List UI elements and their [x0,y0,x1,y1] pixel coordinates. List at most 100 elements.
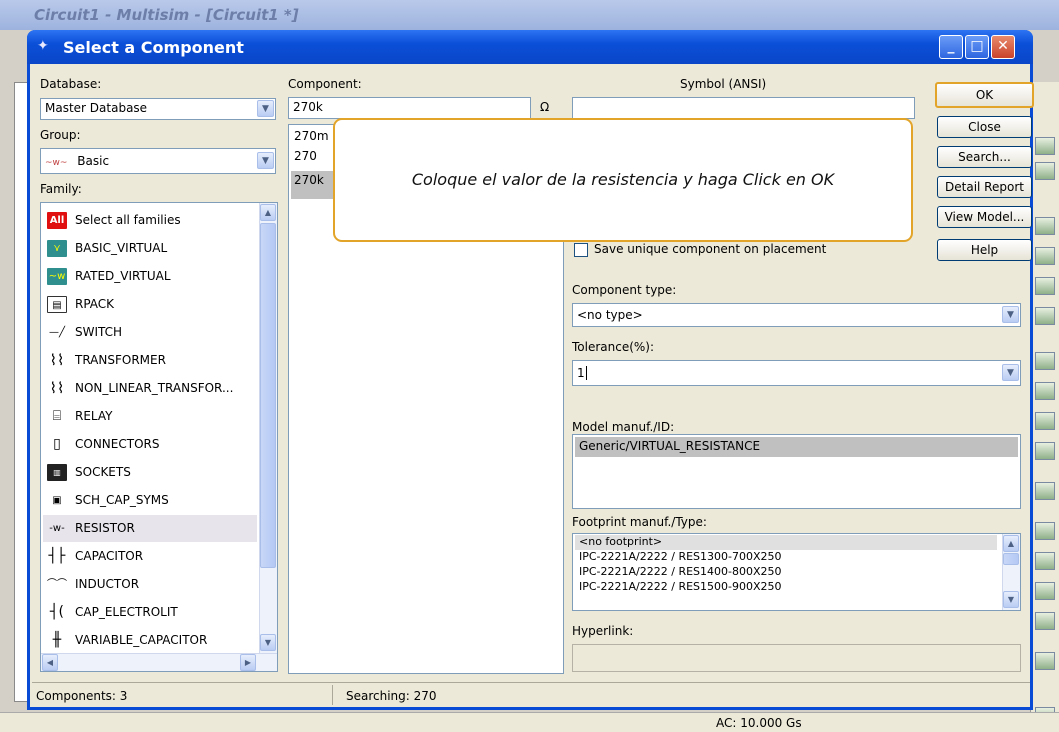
scroll-up-icon[interactable]: ▲ [260,204,276,221]
tolerance-value: 1 [577,366,585,380]
toolbar-icon[interactable] [1035,137,1055,155]
all-icon: All [47,212,67,229]
inductor-icon: ⌒⌒ [47,579,67,590]
close-button[interactable]: Close [937,116,1032,138]
family-item[interactable]: ⌇⌇ TRANSFORMER [43,347,257,374]
family-item[interactable]: ⌇⌇ NON_LINEAR_TRANSFOR... [43,375,257,402]
rated-virtual-icon: ~w [47,268,67,285]
footprint-item[interactable]: IPC-2221A/2222 / RES1300-700X250 [575,550,782,563]
scroll-right-icon[interactable]: ▶ [240,654,256,671]
family-item-resistor[interactable]: -w- RESISTOR [43,515,257,542]
family-label: Family: [40,182,82,196]
toolbar-icon[interactable] [1035,217,1055,235]
family-item[interactable]: ╫ VARIABLE_CAPACITOR [43,627,257,654]
detail-report-button[interactable]: Detail Report [937,176,1032,198]
toolbar-icon[interactable] [1035,277,1055,295]
cap-electrolit-icon: ┤( [50,604,64,620]
capacitor-icon: ┤├ [48,548,66,564]
view-model-button[interactable]: View Model... [937,206,1032,228]
toolbar-icon[interactable] [1035,412,1055,430]
footprint-item-selected[interactable]: <no footprint> [575,535,997,550]
tolerance-select[interactable]: 1 ▼ [572,360,1021,386]
footprint-item[interactable]: IPC-2221A/2222 / RES1500-900X250 [575,580,782,593]
nonlinear-transformer-icon: ⌇⌇ [49,379,65,397]
hyperlink-field[interactable] [572,644,1021,672]
family-item[interactable]: —╱ SWITCH [43,319,257,346]
connectors-icon: ▯ [53,436,61,452]
status-separator [332,685,333,705]
footprint-vscrollbar[interactable]: ▲ ▼ [1002,534,1020,610]
basic-group-icon: ~w~ [45,158,68,168]
footprint-item[interactable]: IPC-2221A/2222 / RES1400-800X250 [575,565,782,578]
symbol-preview [572,97,915,119]
toolbar-icon[interactable] [1035,352,1055,370]
scroll-down-icon[interactable]: ▼ [1003,591,1019,608]
toolbar-icon[interactable] [1035,522,1055,540]
minimize-button[interactable]: _ [939,35,963,59]
scroll-left-icon[interactable]: ◀ [42,654,58,671]
model-item-selected[interactable]: Generic/VIRTUAL_RESISTANCE [575,437,1018,457]
family-item[interactable]: All Select all families [43,207,257,234]
component-type-select[interactable]: <no type> ▼ [572,303,1021,327]
ok-button[interactable]: OK [935,82,1034,108]
component-type-value: <no type> [577,308,643,322]
model-list[interactable]: Generic/VIRTUAL_RESISTANCE [572,434,1021,509]
family-item[interactable]: ▤ RPACK [43,291,257,318]
chevron-down-icon[interactable]: ▼ [1002,306,1019,323]
component-item[interactable]: 270m [291,127,333,147]
toolbar-icon[interactable] [1035,442,1055,460]
ohm-unit: Ω [540,100,550,114]
dialog-titlebar[interactable]: ✦ Select a Component _ □ ✕ [27,30,1033,64]
family-item[interactable]: ⌒⌒ INDUCTOR [43,571,257,598]
hyperlink-label: Hyperlink: [572,624,634,638]
tolerance-label: Tolerance(%): [572,340,655,354]
maximize-button[interactable]: □ [965,35,989,59]
component-item[interactable]: 270 [291,147,333,167]
select-component-dialog: ✦ Select a Component _ □ ✕ Database: Mas… [27,30,1034,710]
app-title: Circuit1 - Multisim - [Circuit1 *] [0,0,1059,30]
database-select[interactable]: Master Database ▼ [40,98,276,120]
family-list[interactable]: All Select all families ⋎ BASIC_VIRTUAL ~w… [40,202,278,672]
family-item[interactable]: ▣ SCH_CAP_SYMS [43,487,257,514]
sockets-icon: ▥ [47,464,67,481]
footprint-list[interactable]: <no footprint> IPC-2221A/2222 / RES1300-… [572,533,1021,611]
scroll-down-icon[interactable]: ▼ [260,634,276,651]
family-item[interactable]: ⋎ BASIC_VIRTUAL [43,235,257,262]
scroll-thumb[interactable] [260,223,276,568]
toolbar-icon[interactable] [1035,307,1055,325]
family-item[interactable]: ▥ SOCKETS [43,459,257,486]
group-select[interactable]: ~w~ Basic ▼ [40,148,276,174]
chevron-down-icon[interactable]: ▼ [1002,364,1019,381]
search-button[interactable]: Search... [937,146,1032,168]
family-vscrollbar[interactable]: ▲ ▼ [259,203,277,653]
toolbar-icon[interactable] [1035,482,1055,500]
family-item[interactable]: ▯ CONNECTORS [43,431,257,458]
toolbar-icon[interactable] [1035,652,1055,670]
close-window-button[interactable]: ✕ [991,35,1015,59]
family-item[interactable]: ┤(CAP_ELECTROLIT [43,599,257,626]
family-hscrollbar[interactable]: ◀ ▶ [41,653,277,671]
scroll-thumb[interactable] [1003,553,1019,565]
components-count: Components: 3 [36,689,128,703]
group-label: Group: [40,128,81,142]
help-button[interactable]: Help [937,239,1032,261]
toolbar-icon[interactable] [1035,552,1055,570]
chevron-down-icon[interactable]: ▼ [257,100,274,117]
chevron-down-icon[interactable]: ▼ [257,152,274,169]
footprint-label: Footprint manuf./Type: [572,515,707,529]
searching-status: Searching: 270 [346,689,437,703]
toolbar-icon[interactable] [1035,162,1055,180]
family-item[interactable]: ⌸ RELAY [43,403,257,430]
toolbar-icon[interactable] [1035,382,1055,400]
toolbar-icon[interactable] [1035,247,1055,265]
save-unique-checkbox[interactable] [574,243,588,257]
family-item[interactable]: ~w RATED_VIRTUAL [43,263,257,290]
component-input[interactable]: 270k [288,97,531,119]
component-item-selected[interactable]: 270k [291,171,333,199]
group-value: Basic [77,154,110,168]
toolbar-icon[interactable] [1035,612,1055,630]
symbol-label: Symbol (ANSI) [680,77,767,91]
scroll-up-icon[interactable]: ▲ [1003,535,1019,552]
family-item[interactable]: ┤├ CAPACITOR [43,543,257,570]
toolbar-icon[interactable] [1035,582,1055,600]
